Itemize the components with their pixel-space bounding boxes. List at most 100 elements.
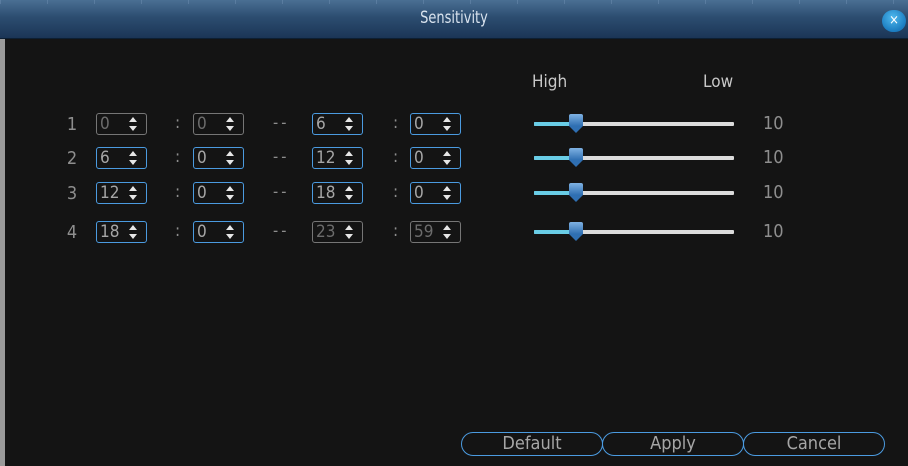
slider-handle[interactable] (569, 148, 583, 168)
slider-handle[interactable] (569, 222, 583, 242)
up-down-arrows-icon[interactable] (443, 224, 453, 240)
up-down-arrows-icon[interactable] (443, 150, 453, 166)
arrow-down-icon[interactable] (443, 195, 451, 200)
spinner-value: 0 (414, 114, 424, 134)
arrow-down-icon[interactable] (443, 160, 451, 165)
start-minute-spinner[interactable]: 0 (193, 147, 244, 169)
sensitivity-value: 10 (763, 113, 784, 134)
arrow-up-icon[interactable] (129, 117, 137, 122)
up-down-arrows-icon[interactable] (345, 224, 355, 240)
arrow-down-icon[interactable] (129, 126, 137, 131)
arrow-down-icon[interactable] (226, 195, 234, 200)
up-down-arrows-icon[interactable] (443, 116, 453, 132)
arrow-up-icon[interactable] (443, 117, 451, 122)
up-down-arrows-icon[interactable] (129, 116, 139, 132)
arrow-down-icon[interactable] (345, 195, 353, 200)
spinner-value: 12 (316, 148, 336, 168)
up-down-arrows-icon[interactable] (226, 116, 236, 132)
end-hour-spinner[interactable]: 6 (312, 113, 363, 135)
arrow-up-icon[interactable] (443, 151, 451, 156)
arrow-up-icon[interactable] (129, 151, 137, 156)
up-down-arrows-icon[interactable] (443, 185, 453, 201)
spinner-value: 59 (414, 222, 434, 242)
time-colon: : (175, 113, 181, 133)
sensitivity-slider[interactable] (534, 182, 734, 204)
end-minute-spinner[interactable]: 59 (410, 221, 461, 243)
arrow-down-icon[interactable] (129, 195, 137, 200)
slider-handle[interactable] (569, 183, 583, 203)
spinner-value: 23 (316, 222, 336, 242)
cancel-button[interactable]: Cancel (743, 432, 885, 456)
start-minute-spinner[interactable]: 0 (193, 182, 244, 204)
arrow-up-icon[interactable] (443, 225, 451, 230)
spinner-value: 0 (414, 183, 424, 203)
arrow-down-icon[interactable] (129, 234, 137, 239)
start-hour-spinner[interactable]: 18 (96, 221, 147, 243)
arrow-down-icon[interactable] (226, 126, 234, 131)
start-hour-spinner[interactable]: 0 (96, 113, 147, 135)
arrow-up-icon[interactable] (345, 225, 353, 230)
up-down-arrows-icon[interactable] (226, 224, 236, 240)
time-colon: : (175, 182, 181, 202)
start-hour-spinner[interactable]: 6 (96, 147, 147, 169)
apply-button[interactable]: Apply (602, 432, 744, 456)
time-colon: : (393, 147, 399, 167)
arrow-down-icon[interactable] (443, 234, 451, 239)
up-down-arrows-icon[interactable] (129, 224, 139, 240)
start-minute-spinner[interactable]: 0 (193, 221, 244, 243)
sensitivity-slider[interactable] (534, 147, 734, 169)
arrow-up-icon[interactable] (443, 186, 451, 191)
up-down-arrows-icon[interactable] (345, 185, 355, 201)
arrow-up-icon[interactable] (226, 225, 234, 230)
end-minute-spinner[interactable]: 0 (410, 147, 461, 169)
arrow-up-icon[interactable] (226, 117, 234, 122)
arrow-down-icon[interactable] (226, 234, 234, 239)
arrow-up-icon[interactable] (345, 117, 353, 122)
spinner-value: 0 (197, 183, 207, 203)
range-dash: -- (273, 147, 290, 166)
row-number: 3 (66, 183, 78, 204)
content-area: High Low 1 0 0 6 0: --:10 2 6 0 12 0: --:10 3 12 0 18 0:… (5, 39, 908, 466)
spinner-value: 18 (316, 183, 336, 203)
time-colon: : (393, 113, 399, 133)
close-icon[interactable]: × (882, 10, 906, 32)
spinner-value: 18 (100, 222, 120, 242)
range-dash: -- (273, 113, 290, 132)
slider-handle[interactable] (569, 114, 583, 134)
end-minute-spinner[interactable]: 0 (410, 113, 461, 135)
sensitivity-slider[interactable] (534, 221, 734, 243)
arrow-down-icon[interactable] (345, 126, 353, 131)
arrow-up-icon[interactable] (345, 151, 353, 156)
arrow-down-icon[interactable] (443, 126, 451, 131)
arrow-up-icon[interactable] (345, 186, 353, 191)
up-down-arrows-icon[interactable] (345, 150, 355, 166)
arrow-up-icon[interactable] (129, 186, 137, 191)
arrow-down-icon[interactable] (226, 160, 234, 165)
default-button[interactable]: Default (461, 432, 603, 456)
sensitivity-slider[interactable] (534, 113, 734, 135)
low-label: Low (703, 72, 734, 92)
arrow-down-icon[interactable] (345, 160, 353, 165)
time-colon: : (393, 182, 399, 202)
arrow-up-icon[interactable] (129, 225, 137, 230)
arrow-down-icon[interactable] (129, 160, 137, 165)
arrow-down-icon[interactable] (345, 234, 353, 239)
end-hour-spinner[interactable]: 18 (312, 182, 363, 204)
start-minute-spinner[interactable]: 0 (193, 113, 244, 135)
start-hour-spinner[interactable]: 12 (96, 182, 147, 204)
up-down-arrows-icon[interactable] (345, 116, 355, 132)
time-colon: : (175, 147, 181, 167)
up-down-arrows-icon[interactable] (226, 185, 236, 201)
dialog-title: Sensitivity (420, 8, 488, 28)
arrow-up-icon[interactable] (226, 151, 234, 156)
spinner-value: 12 (100, 183, 120, 203)
arrow-up-icon[interactable] (226, 186, 234, 191)
end-hour-spinner[interactable]: 12 (312, 147, 363, 169)
end-hour-spinner[interactable]: 23 (312, 221, 363, 243)
schedule-row-2: 2 6 0 12 0: --: 10 (5, 147, 908, 173)
up-down-arrows-icon[interactable] (129, 185, 139, 201)
up-down-arrows-icon[interactable] (129, 150, 139, 166)
end-minute-spinner[interactable]: 0 (410, 182, 461, 204)
up-down-arrows-icon[interactable] (226, 150, 236, 166)
sensitivity-dialog: Sensitivity × High Low 1 0 0 6 0: --:10 2 6 0 12 0… (0, 0, 908, 466)
